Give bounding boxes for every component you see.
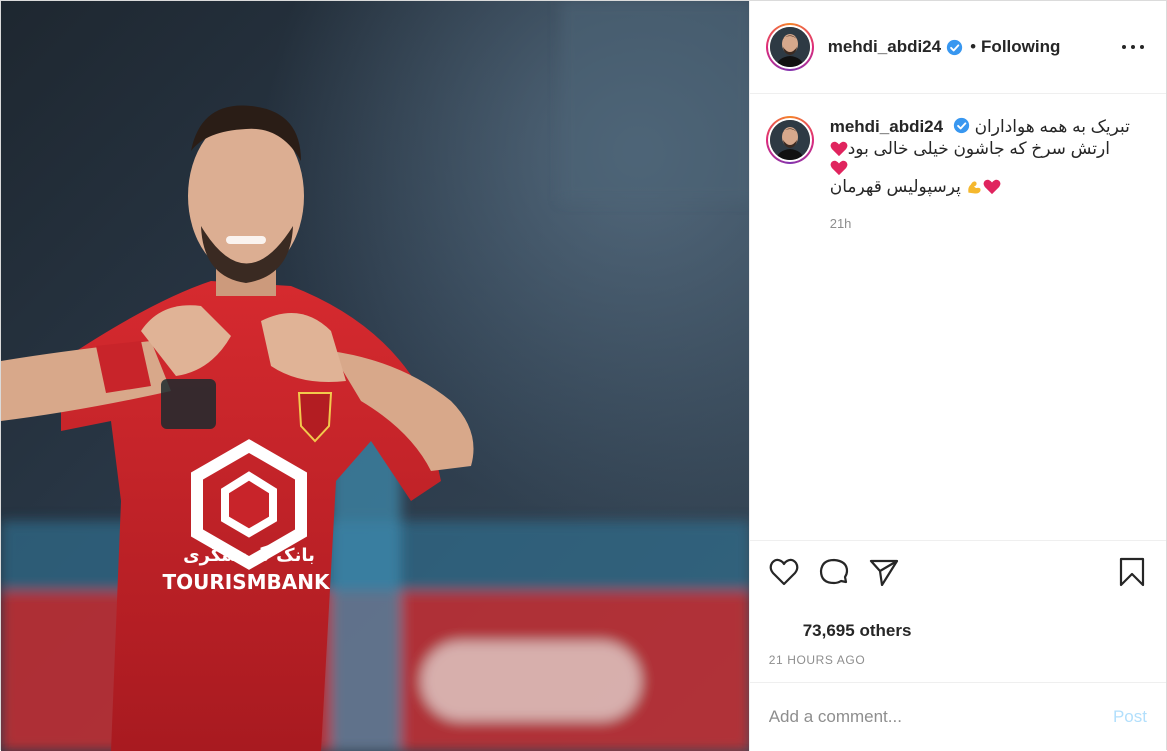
verified-badge-icon xyxy=(953,117,969,134)
caption-line-4: پرسپولیس قهرمان xyxy=(829,177,961,196)
more-options-button[interactable] xyxy=(1122,37,1144,57)
avatar xyxy=(769,27,810,67)
more-dot-icon xyxy=(1122,45,1126,49)
avatar xyxy=(769,120,810,160)
flexed-biceps-emoji-icon xyxy=(968,181,981,194)
comment-input[interactable] xyxy=(768,707,1113,727)
jersey-sponsor-fa: بانک گردشگری xyxy=(183,544,315,566)
caption-username[interactable]: mehdi_abdi24 xyxy=(830,117,943,136)
more-dot-icon xyxy=(1131,45,1135,49)
separator-dot: • xyxy=(970,37,977,56)
comments-section: mehdi_abdi24 تبریک به همه هواداران ارتش … xyxy=(750,94,1166,540)
post-header: mehdi_abdi24 • Following xyxy=(749,1,1166,94)
verified-badge-icon xyxy=(946,39,963,55)
paper-plane-icon xyxy=(869,559,898,586)
profile-photo-icon xyxy=(769,27,810,67)
post-photo[interactable]: بانک گردشگری TOURISMBANK xyxy=(1,1,749,751)
red-heart-emoji-icon xyxy=(830,160,848,176)
save-button[interactable] xyxy=(1116,556,1148,588)
comment-button[interactable] xyxy=(818,556,850,588)
caption-story-ring[interactable] xyxy=(765,116,814,164)
post-comment-button[interactable]: Post xyxy=(1113,707,1147,727)
more-dot-icon xyxy=(1140,45,1144,49)
add-comment-bar: Post xyxy=(749,682,1166,751)
red-heart-emoji-icon xyxy=(830,141,848,157)
caption-line-1: تبریک به همه هواداران xyxy=(974,117,1130,136)
header-username[interactable]: mehdi_abdi24 xyxy=(828,37,941,57)
jersey-sponsor: TOURISMBANK xyxy=(163,570,331,594)
bookmark-icon xyxy=(1119,557,1145,587)
post-side-panel: mehdi_abdi24 • Following mehdi_abdi24 تب… xyxy=(748,1,1166,751)
red-heart-emoji-icon xyxy=(983,179,1001,195)
following-button[interactable]: Following xyxy=(981,37,1060,57)
like-button[interactable] xyxy=(768,556,800,588)
likes-count[interactable]: 73,695 others xyxy=(803,621,912,641)
story-ring[interactable] xyxy=(765,23,814,71)
share-button[interactable] xyxy=(868,556,900,588)
comment-bubble-icon xyxy=(819,558,848,585)
instagram-post: بانک گردشگری TOURISMBANK mehdi_abdi24 • … xyxy=(0,0,1167,751)
heart-icon xyxy=(769,558,799,586)
caption: mehdi_abdi24 تبریک به همه هواداران ارتش … xyxy=(765,116,1150,231)
caption-line-2: ارتش سرخ که جاشون خیلی خالی بود xyxy=(847,139,1110,158)
profile-photo-icon xyxy=(769,120,810,160)
caption-time: 21h xyxy=(829,216,852,231)
football-player-photo: بانک گردشگری TOURISMBANK xyxy=(1,1,749,751)
post-timestamp[interactable]: 21 HOURS AGO xyxy=(769,653,866,667)
